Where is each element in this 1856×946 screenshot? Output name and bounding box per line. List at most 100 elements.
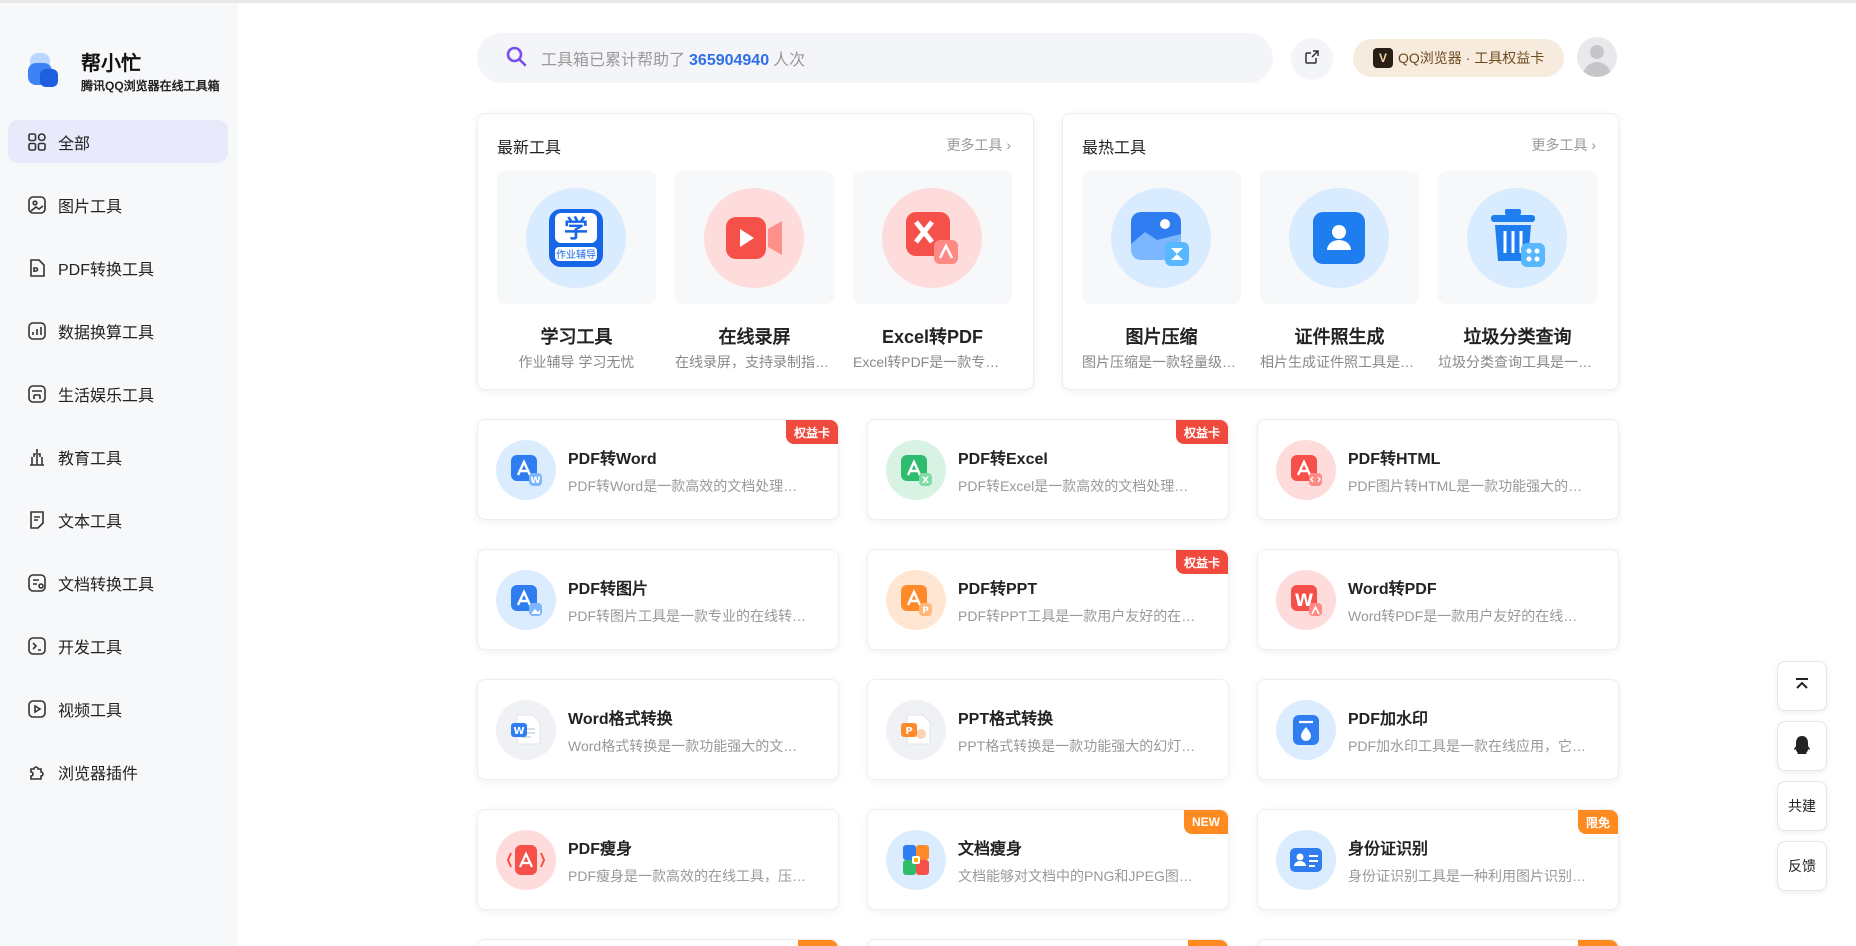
- pdf-to-word-icon: W: [496, 440, 556, 500]
- svg-text:作业辅导: 作业辅导: [556, 248, 596, 261]
- sidebar-item-image-tools[interactable]: 图片工具: [8, 183, 228, 226]
- word-format-icon: W: [496, 700, 556, 760]
- tool-card-word-format[interactable]: W Word格式转换 Word格式转换是一款功能强大的文档工具: [477, 679, 839, 780]
- feedback-button[interactable]: 反馈: [1777, 841, 1827, 891]
- card-badge: [1578, 940, 1618, 946]
- svg-text:P: P: [905, 726, 912, 737]
- sidebar-item-all[interactable]: 全部: [8, 120, 228, 163]
- tool-desc: PDF转PPT工具是一款用户友好的在线工具: [958, 608, 1198, 624]
- featured-tool-image-compress[interactable]: 图片压缩 图片压缩是一款轻量级的在线工具: [1082, 171, 1241, 376]
- featured-tool-excel-to-pdf[interactable]: Excel转PDF Excel转PDF是一款专业的转换工具: [853, 171, 1012, 376]
- panel-title: 最热工具: [1082, 140, 1147, 157]
- tool-card-partial[interactable]: [477, 939, 839, 946]
- tool-name: 图片压缩: [1125, 327, 1198, 347]
- more-tools-link[interactable]: 更多工具 ›: [1531, 135, 1596, 155]
- share-button[interactable]: [1291, 38, 1333, 80]
- sidebar-item-education-tools[interactable]: 教育工具: [8, 435, 228, 478]
- sidebar-item-label: 文本工具: [58, 513, 123, 531]
- tool-card-pdf-compress[interactable]: PDF瘦身 PDF瘦身是一款高效的在线工具，压缩文件: [477, 809, 839, 910]
- tool-card-pdf-to-html[interactable]: PDF转HTML PDF图片转HTML是一款功能强大的工具: [1257, 419, 1619, 520]
- video-icon: [28, 699, 46, 718]
- svg-text:学: 学: [564, 215, 588, 243]
- tool-desc: 身份证识别工具是一种利用图片识别技术: [1348, 868, 1588, 884]
- logo-icon: [28, 53, 58, 87]
- sidebar-item-label: 开发工具: [58, 639, 123, 657]
- pdf-to-html-icon: [1276, 440, 1336, 500]
- grid-icon: [28, 132, 46, 151]
- tool-title: PDF转PPT: [958, 581, 1038, 598]
- avatar[interactable]: [1577, 37, 1617, 77]
- brand-subtitle: 腾讯QQ浏览器在线工具箱: [81, 79, 220, 93]
- tool-title: PPT格式转换: [958, 711, 1054, 728]
- featured-tool-trash-classify[interactable]: 垃圾分类查询 垃圾分类查询工具是一款便民工具: [1438, 171, 1597, 376]
- tool-title: 文档瘦身: [958, 841, 1023, 858]
- svg-text:X: X: [922, 476, 929, 486]
- sidebar-item-dev-tools[interactable]: 开发工具: [8, 624, 228, 667]
- search-bar[interactable]: 工具箱已累计帮助了 365904940 人次: [477, 33, 1273, 83]
- sidebar-item-pdf-tools[interactable]: PDF转换工具: [8, 246, 228, 289]
- more-tools-link[interactable]: 更多工具 ›: [946, 135, 1011, 155]
- document-icon: [28, 510, 46, 529]
- tool-card-partial[interactable]: [867, 939, 1229, 946]
- tool-desc: PDF转Word是一款高效的文档处理工具: [568, 478, 808, 494]
- tool-desc: 文档能够对文档中的PNG和JPEG图片压缩: [958, 868, 1198, 884]
- panel-title: 最新工具: [497, 140, 562, 157]
- id-photo-icon: [1289, 188, 1389, 288]
- sidebar-item-text-tools[interactable]: 文本工具: [8, 498, 228, 541]
- tool-card-pdf-to-excel[interactable]: X PDF转Excel PDF转Excel是一款高效的文档处理工具 权益卡: [867, 419, 1229, 520]
- vip-text: QQ浏览器 · 工具权益卡: [1398, 50, 1545, 66]
- svg-text:W: W: [513, 726, 524, 737]
- tool-card-doc-compress[interactable]: 文档瘦身 文档能够对文档中的PNG和JPEG图片压缩 NEW: [867, 809, 1229, 910]
- tool-card-id-card-ocr[interactable]: 身份证识别 身份证识别工具是一种利用图片识别技术 限免: [1257, 809, 1619, 910]
- sidebar-item-label: 图片工具: [58, 198, 123, 216]
- tool-card-pdf-to-word[interactable]: W PDF转Word PDF转Word是一款高效的文档处理工具 权益卡: [477, 419, 839, 520]
- cobuild-button[interactable]: 共建: [1777, 781, 1827, 831]
- study-icon: 学作业辅导: [526, 188, 626, 288]
- tool-title: PDF加水印: [1348, 711, 1429, 728]
- word-to-pdf-icon: W: [1276, 570, 1336, 630]
- hottest-tools-panel: 最热工具 更多工具 › 图片压缩 图片压缩是一款轻量级的在线工具 证件照生成 相…: [1062, 113, 1619, 390]
- tool-desc: 垃圾分类查询工具是一款便民工具: [1438, 354, 1597, 370]
- bank-icon: [28, 448, 46, 466]
- sidebar-item-label: PDF转换工具: [58, 261, 155, 279]
- screen-record-icon: [704, 188, 804, 288]
- back-to-top-icon: [1793, 676, 1811, 697]
- sidebar-item-browser-plugins[interactable]: 浏览器插件: [8, 750, 228, 793]
- help-count: 365904940: [689, 52, 770, 69]
- featured-tool-study[interactable]: 学作业辅导 学习工具 作业辅导 学习无忧: [497, 171, 656, 376]
- tool-card-pdf-to-ppt[interactable]: P PDF转PPT PDF转PPT工具是一款用户友好的在线工具 权益卡: [867, 549, 1229, 650]
- tool-title: PDF瘦身: [568, 841, 633, 858]
- tool-desc: 相片生成证件照工具是一款在线工具: [1260, 354, 1419, 370]
- qq-button[interactable]: [1777, 721, 1827, 771]
- featured-tool-screen-record[interactable]: 在线录屏 在线录屏，支持录制指定窗口: [675, 171, 834, 376]
- back-to-top-button[interactable]: [1777, 661, 1827, 711]
- sidebar-item-label: 生活娱乐工具: [58, 387, 155, 405]
- tool-card-pdf-watermark[interactable]: PDF加水印 PDF加水印工具是一款在线应用，它可以: [1257, 679, 1619, 780]
- tool-desc: 图片压缩是一款轻量级的在线工具: [1082, 354, 1241, 370]
- limited-free-badge: 限免: [1577, 810, 1618, 834]
- sidebar-item-video-tools[interactable]: 视频工具: [8, 687, 228, 730]
- vip-icon: V: [1373, 48, 1393, 68]
- tool-title: PDF转Word: [568, 451, 657, 468]
- ppt-format-icon: P: [886, 700, 946, 760]
- tool-name: 在线录屏: [718, 327, 791, 347]
- tool-name: 垃圾分类查询: [1463, 327, 1572, 347]
- tool-card-partial[interactable]: [1257, 939, 1619, 946]
- sidebar-item-data-tools[interactable]: 数据换算工具: [8, 309, 228, 352]
- tool-name: 证件照生成: [1294, 327, 1385, 347]
- search-icon: [505, 45, 527, 72]
- sidebar-item-doc-convert[interactable]: 文档转换工具: [8, 561, 228, 604]
- tool-desc: Word转PDF是一款用户友好的在线工具: [1348, 608, 1588, 624]
- tool-card-word-to-pdf[interactable]: W Word转PDF Word转PDF是一款用户友好的在线工具: [1257, 549, 1619, 650]
- vip-card-button[interactable]: V QQ浏览器 · 工具权益卡: [1353, 39, 1564, 77]
- id-card-icon: [1276, 830, 1336, 890]
- tool-card-pdf-to-image[interactable]: PDF转图片 PDF转图片工具是一款专业的在线转换工具: [477, 549, 839, 650]
- doc-compress-icon: [886, 830, 946, 890]
- pdf-compress-icon: [496, 830, 556, 890]
- tool-card-ppt-format[interactable]: P PPT格式转换 PPT格式转换是一款功能强大的幻灯片工具: [867, 679, 1229, 780]
- trash-icon: [1467, 188, 1567, 288]
- pdf-to-image-icon: [496, 570, 556, 630]
- featured-tool-id-photo[interactable]: 证件照生成 相片生成证件照工具是一款在线工具: [1260, 171, 1419, 376]
- sidebar-item-life-tools[interactable]: 生活娱乐工具: [8, 372, 228, 415]
- sidebar-item-label: 全部: [58, 135, 91, 153]
